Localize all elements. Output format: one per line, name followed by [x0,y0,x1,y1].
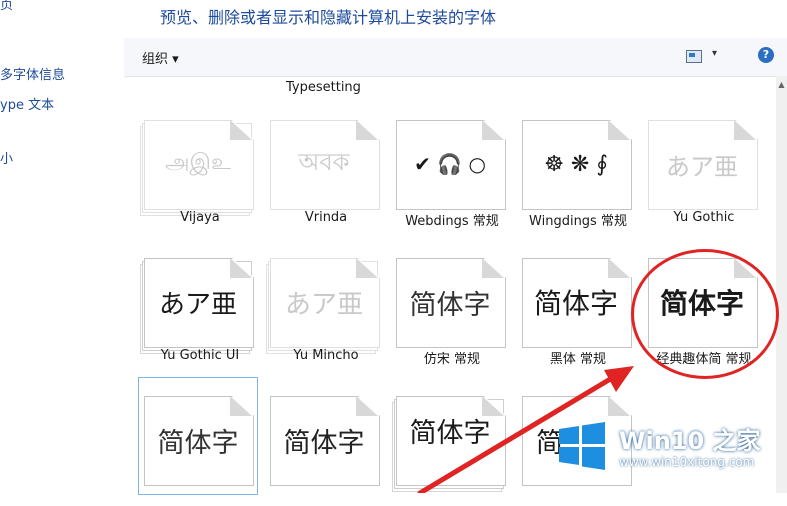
watermark: Win10 之家 www.win10xitong.com [553,413,787,485]
watermark-url: www.win10xitong.com [619,455,755,469]
watermark-brand: Win10 之家 [619,427,761,455]
windows-logo-icon [559,422,605,470]
